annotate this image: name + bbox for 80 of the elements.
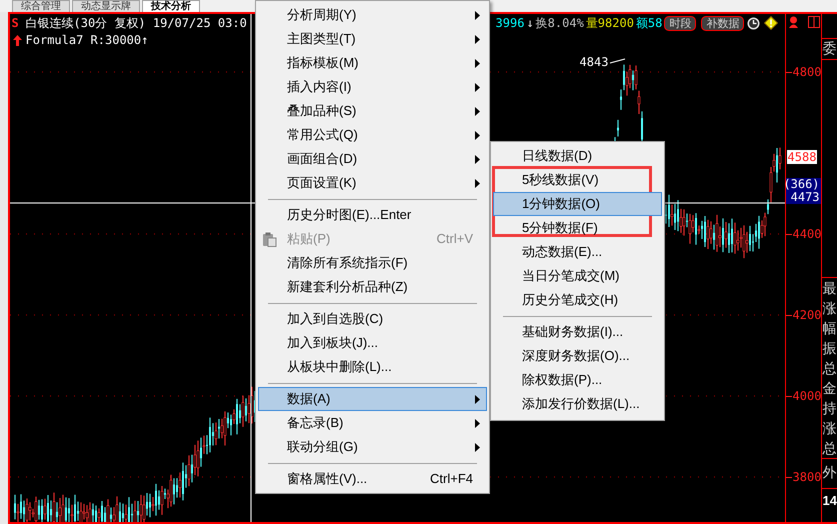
tab[interactable]: 技术分析 [142,0,200,12]
menu-item[interactable]: 窗格属性(V)... Ctrl+F4 [258,467,487,491]
panel-label: 最 [822,279,837,298]
toolbar-button[interactable]: 补数据 [701,16,744,30]
price-axis-label: 3800 [792,470,822,484]
menu-item[interactable]: 加入到自选股(C) [258,307,487,331]
submenu-arrow-icon [475,82,480,92]
warning-icon[interactable] [764,16,778,30]
submenu-arrow-icon [475,418,480,428]
menu-item[interactable]: 除权数据(P)... [493,368,662,392]
indicator-label: Formula7 R:30000↑ [26,32,148,49]
quote-value: ↓ [526,15,534,32]
menu-item[interactable]: 历史分时图(E)...Enter [258,203,487,227]
peak-price-label: 4843 [580,55,608,69]
menu-item[interactable]: 联动分组(G) [258,435,487,459]
menu-item[interactable]: 常用公式(Q) [258,123,487,147]
menu-item[interactable]: 页面设置(K) [258,171,487,195]
menu-item[interactable]: 主图类型(T) [258,27,487,51]
menu-item[interactable]: 日线数据(D) [493,144,662,168]
window-icon[interactable] [808,16,820,28]
panel-label: 振 [822,339,837,358]
panel-label: 总 [822,439,837,458]
panel-label: 幅 [822,319,837,338]
menu-item[interactable]: 叠加品种(S) [258,99,487,123]
panel-label: 金 [822,379,837,398]
panel-label: 持 [822,399,837,418]
menu-item[interactable]: 插入内容(I) [258,75,487,99]
clock-icon[interactable] [747,16,760,30]
quote-value: 3996 [496,15,524,32]
menu-item[interactable]: 深度财务数据(O)... [493,344,662,368]
submenu-arrow-icon [475,106,480,116]
menu-item[interactable]: 当日分笔成交(M) [493,264,662,288]
submenu-arrow-icon [475,130,480,140]
menu-item[interactable]: 5分钟数据(F) [493,216,662,240]
menu-item[interactable]: 备忘录(B) [258,411,487,435]
submenu-arrow-icon [475,34,480,44]
menu-item[interactable]: 基础财务数据(I)... [493,320,662,344]
menu-item[interactable]: 5秒线数据(V) [493,168,662,192]
menu-item[interactable]: 历史分笔成交(H) [493,288,662,312]
cursor-price-text: 4473 [790,191,820,204]
submenu-arrow-icon [475,10,480,20]
price-axis-label: 4200 [792,308,822,322]
up-arrow-icon [12,34,22,46]
panel-label: 委 [822,40,837,56]
submenu-arrow-icon [475,154,480,164]
submenu-arrow-icon [475,178,480,188]
menu-item[interactable]: 动态数据(E)... [493,240,662,264]
person-icon[interactable] [788,16,799,28]
menu-item[interactable]: 数据(A) [258,387,487,411]
panel-label: 外 [822,464,837,480]
menu-item[interactable]: 分析周期(Y) [258,3,487,27]
toolbar-button[interactable]: 时段 [664,16,696,30]
panel-value: 14 [822,493,837,508]
clipboard-icon [262,232,277,247]
menu-item[interactable]: 添加发行价数据(L)... [493,392,662,416]
quote-value: 量98200 [586,15,634,32]
chart-title: 白银连续(30分 复权) 19/07/25 03:0 [26,15,248,32]
tab[interactable]: 综合管理 [12,0,70,12]
menu-item[interactable]: 新建套利分析品种(Z) [258,275,487,299]
price-axis-label: 4400 [792,227,822,241]
leader-line [609,58,626,64]
quote-value: 额58 [636,15,662,32]
submenu-arrow-icon [475,442,480,452]
symbol-label: S [12,15,20,32]
menu-item[interactable]: 清除所有系统指示(F) [258,251,487,275]
panel-label: 涨 [822,419,837,438]
submenu-arrow-icon [475,58,480,68]
tab[interactable]: 动态显示牌 [72,0,140,12]
menu-item[interactable]: 画面组合(D) [258,147,487,171]
submenu-arrow-icon [475,394,480,404]
menu-item[interactable]: 从板块中删除(L)... [258,355,487,379]
menu-item[interactable]: 加入到板块(J)... [258,331,487,355]
menu-item[interactable]: 1分钟数据(O) [493,192,662,216]
price-axis-label: 4000 [792,389,822,403]
panel-label: 总 [822,359,837,378]
panel-label: 涨 [822,299,837,318]
quote-value: 换8.04% [536,15,584,32]
last-price-marker: 4588 [786,150,818,164]
price-axis-label: 4800 [792,65,822,79]
menu-item[interactable]: 指标模板(M) [258,51,487,75]
